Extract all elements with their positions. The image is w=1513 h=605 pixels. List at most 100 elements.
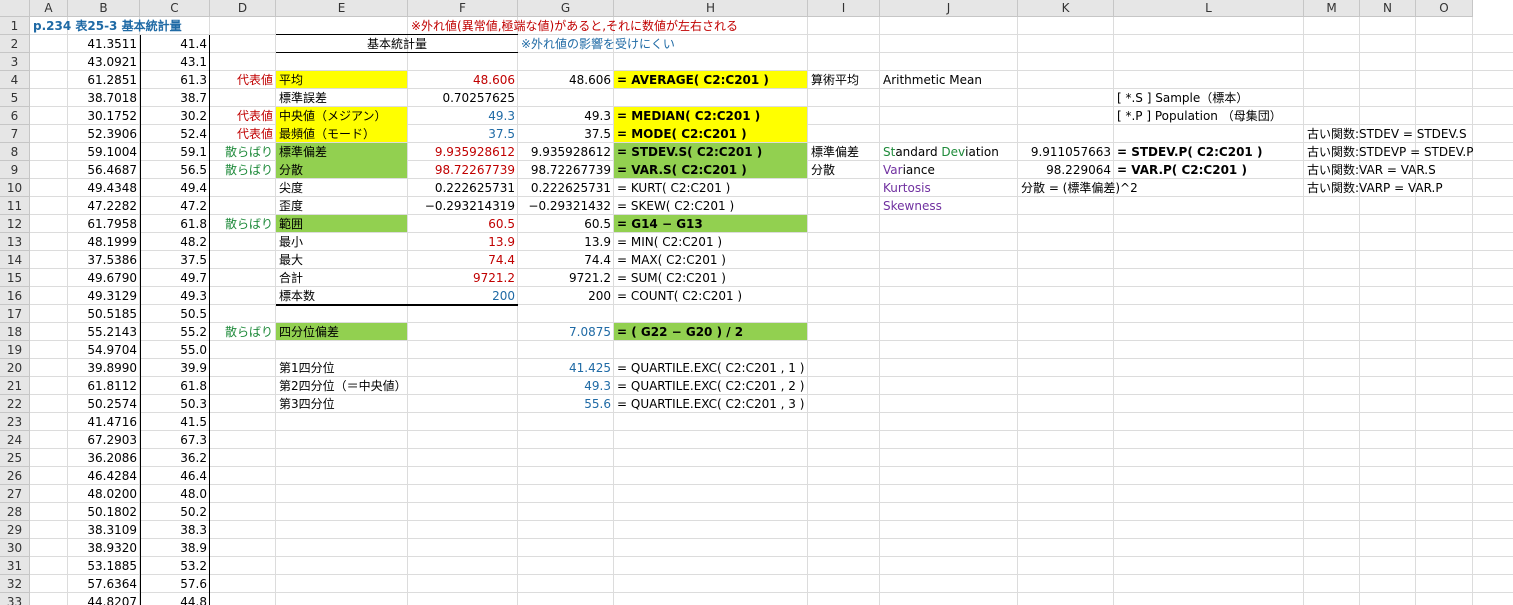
table-title-cell[interactable]: 基本統計量 (276, 35, 518, 53)
data-cell-c[interactable]: 67.3 (140, 431, 210, 449)
data-cell-c[interactable]: 38.7 (140, 89, 210, 107)
computed-value-cell[interactable]: 74.4 (518, 251, 614, 269)
row-header-10[interactable]: 10 (0, 179, 30, 197)
data-cell-c[interactable]: 49.7 (140, 269, 210, 287)
data-cell-b[interactable]: 43.0921 (68, 53, 140, 71)
stat-value-cell[interactable]: 60.5 (408, 215, 518, 233)
row-header-19[interactable]: 19 (0, 341, 30, 359)
stat-name-cell[interactable]: 標準偏差 (276, 143, 408, 161)
english-term-cell[interactable]: Kurtosis (880, 179, 1018, 197)
computed-value-cell[interactable]: 7.0875 (518, 323, 614, 341)
data-cell-b[interactable]: 53.1885 (68, 557, 140, 575)
data-cell-b[interactable]: 44.8207 (68, 593, 140, 605)
computed-value-cell[interactable]: −0.29321432 (518, 197, 614, 215)
japanese-term-cell[interactable]: 分散 (808, 161, 880, 179)
stat-value-cell[interactable]: 13.9 (408, 233, 518, 251)
data-cell-b[interactable]: 52.3906 (68, 125, 140, 143)
sample-note-cell[interactable]: [ *.S ] Sample（標本） (1114, 89, 1360, 107)
computed-value-cell[interactable]: 49.3 (518, 107, 614, 125)
category-label-cell[interactable]: 散らばり (210, 323, 276, 341)
computed-value-cell[interactable]: 41.425 (518, 359, 614, 377)
data-cell-c[interactable]: 49.4 (140, 179, 210, 197)
data-cell-c[interactable]: 47.2 (140, 197, 210, 215)
data-cell-b[interactable]: 67.2903 (68, 431, 140, 449)
category-label-cell[interactable]: 代表値 (210, 107, 276, 125)
column-header-f[interactable]: F (408, 0, 518, 17)
stat-value-cell[interactable]: 9.935928612 (408, 143, 518, 161)
data-cell-b[interactable]: 49.3129 (68, 287, 140, 305)
computed-value-cell[interactable]: 9.935928612 (518, 143, 614, 161)
data-cell-b[interactable]: 41.4716 (68, 413, 140, 431)
data-cell-c[interactable]: 46.4 (140, 467, 210, 485)
data-cell-c[interactable]: 38.3 (140, 521, 210, 539)
stat-name-cell[interactable]: 歪度 (276, 197, 408, 215)
data-cell-c[interactable]: 53.2 (140, 557, 210, 575)
row-header-27[interactable]: 27 (0, 485, 30, 503)
row-header-23[interactable]: 23 (0, 413, 30, 431)
row-header-33[interactable]: 33 (0, 593, 30, 605)
column-header-d[interactable]: D (210, 0, 276, 17)
variance-note-cell[interactable]: 分散 = (標準偏差)^2 (1018, 179, 1304, 197)
row-header-20[interactable]: 20 (0, 359, 30, 377)
row-header-3[interactable]: 3 (0, 53, 30, 71)
japanese-term-cell[interactable]: 標準偏差 (808, 143, 880, 161)
data-cell-c[interactable]: 49.3 (140, 287, 210, 305)
english-term-cell[interactable]: Arithmetic Mean (880, 71, 1114, 89)
formula-cell[interactable]: = QUARTILE.EXC( C2:C201 , 1 ) (614, 359, 880, 377)
stat-value-cell[interactable]: 0.222625731 (408, 179, 518, 197)
formula-cell[interactable]: = COUNT( C2:C201 ) (614, 287, 880, 305)
computed-value-cell[interactable]: 48.606 (518, 71, 614, 89)
column-header-b[interactable]: B (68, 0, 140, 17)
data-cell-b[interactable]: 39.8990 (68, 359, 140, 377)
data-cell-b[interactable]: 54.9704 (68, 341, 140, 359)
data-cell-b[interactable]: 47.2282 (68, 197, 140, 215)
row-header-18[interactable]: 18 (0, 323, 30, 341)
data-cell-c[interactable]: 50.2 (140, 503, 210, 521)
data-cell-b[interactable]: 57.6364 (68, 575, 140, 593)
column-header-l[interactable]: L (1114, 0, 1304, 17)
column-header-g[interactable]: G (518, 0, 614, 17)
data-cell-c[interactable]: 41.5 (140, 413, 210, 431)
formula-cell[interactable]: = MIN( C2:C201 ) (614, 233, 880, 251)
row-header-16[interactable]: 16 (0, 287, 30, 305)
computed-value-cell[interactable]: 49.3 (518, 377, 614, 395)
row-header-29[interactable]: 29 (0, 521, 30, 539)
data-cell-b[interactable]: 38.9320 (68, 539, 140, 557)
data-cell-b[interactable]: 56.4687 (68, 161, 140, 179)
row-header-13[interactable]: 13 (0, 233, 30, 251)
stat-name-cell[interactable]: 中央値（メジアン） (276, 107, 408, 125)
stat-value-cell[interactable]: 74.4 (408, 251, 518, 269)
data-cell-b[interactable]: 48.1999 (68, 233, 140, 251)
population-value-cell[interactable]: 98.229064 (1018, 161, 1114, 179)
stat-name-cell[interactable]: 第1四分位 (276, 359, 408, 377)
data-cell-b[interactable]: 61.2851 (68, 71, 140, 89)
population-note-cell[interactable]: [ *.P ] Population （母集団） (1114, 107, 1360, 125)
data-cell-c[interactable]: 39.9 (140, 359, 210, 377)
row-header-1[interactable]: 1 (0, 17, 30, 35)
computed-value-cell[interactable]: 200 (518, 287, 614, 305)
stat-value-cell[interactable]: 48.606 (408, 71, 518, 89)
data-cell-b[interactable]: 38.3109 (68, 521, 140, 539)
row-header-17[interactable]: 17 (0, 305, 30, 323)
japanese-term-cell[interactable]: 算術平均 (808, 71, 880, 89)
population-value-cell[interactable]: 9.911057663 (1018, 143, 1114, 161)
outlier-note-cell[interactable]: ※外れ値(異常値,極端な値)があると,それに数値が左右される (408, 17, 808, 35)
stat-value-cell[interactable]: 37.5 (408, 125, 518, 143)
stat-name-cell[interactable]: 第2四分位（＝中央値） (276, 377, 408, 395)
row-header-14[interactable]: 14 (0, 251, 30, 269)
population-formula-cell[interactable]: = VAR.P( C2:C201 ) (1114, 161, 1304, 179)
data-cell-c[interactable]: 61.8 (140, 215, 210, 233)
data-cell-c[interactable]: 55.0 (140, 341, 210, 359)
data-cell-c[interactable]: 30.2 (140, 107, 210, 125)
computed-value-cell[interactable]: 98.72267739 (518, 161, 614, 179)
column-header-n[interactable]: N (1360, 0, 1416, 17)
data-cell-b[interactable]: 55.2143 (68, 323, 140, 341)
data-cell-c[interactable]: 61.3 (140, 71, 210, 89)
data-cell-c[interactable]: 48.0 (140, 485, 210, 503)
data-cell-c[interactable]: 38.9 (140, 539, 210, 557)
data-cell-c[interactable]: 50.5 (140, 305, 210, 323)
category-label-cell[interactable]: 散らばり (210, 215, 276, 233)
row-header-22[interactable]: 22 (0, 395, 30, 413)
legacy-function-note-cell[interactable]: 古い関数:VAR = VAR.S (1304, 161, 1473, 179)
row-header-11[interactable]: 11 (0, 197, 30, 215)
